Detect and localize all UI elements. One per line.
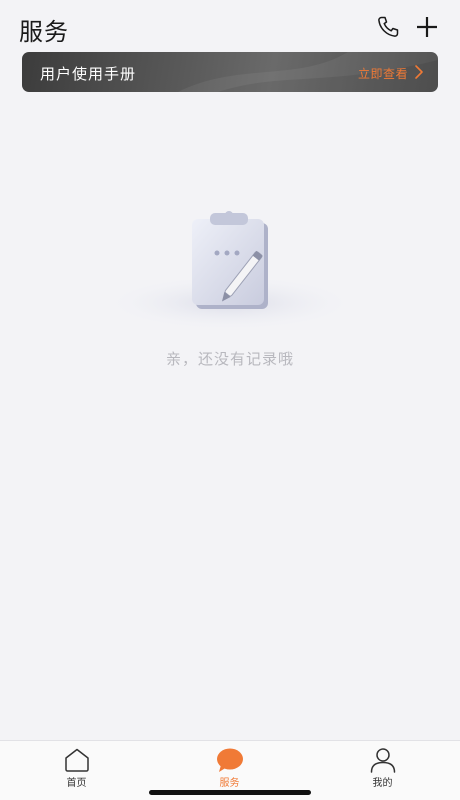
view-now-link[interactable]: 立即查看 bbox=[358, 65, 408, 82]
tab-label: 首页 bbox=[66, 778, 87, 789]
chat-bubble-icon bbox=[216, 748, 243, 772]
user-icon bbox=[370, 748, 395, 773]
header: 服务 bbox=[0, 0, 460, 50]
empty-clipboard-illustration bbox=[112, 211, 348, 329]
tab-label: 我的 bbox=[372, 778, 393, 789]
tab-mine[interactable]: 我的 bbox=[306, 741, 459, 793]
home-icon bbox=[64, 748, 89, 772]
banner-title: 用户使用手册 bbox=[40, 65, 137, 83]
tab-service[interactable]: 服务 bbox=[153, 741, 306, 793]
empty-state-message: 亲，还没有记录哦 bbox=[165, 350, 294, 368]
tab-label: 服务 bbox=[219, 778, 240, 789]
tab-home[interactable]: 首页 bbox=[0, 741, 153, 793]
page-title: 服务 bbox=[19, 18, 69, 46]
phone-icon[interactable] bbox=[375, 14, 401, 40]
chevron-right-icon bbox=[415, 65, 423, 79]
user-manual-banner[interactable]: 用户使用手册 立即查看 bbox=[22, 52, 438, 92]
plus-icon[interactable] bbox=[414, 14, 440, 40]
home-indicator[interactable] bbox=[149, 790, 311, 795]
